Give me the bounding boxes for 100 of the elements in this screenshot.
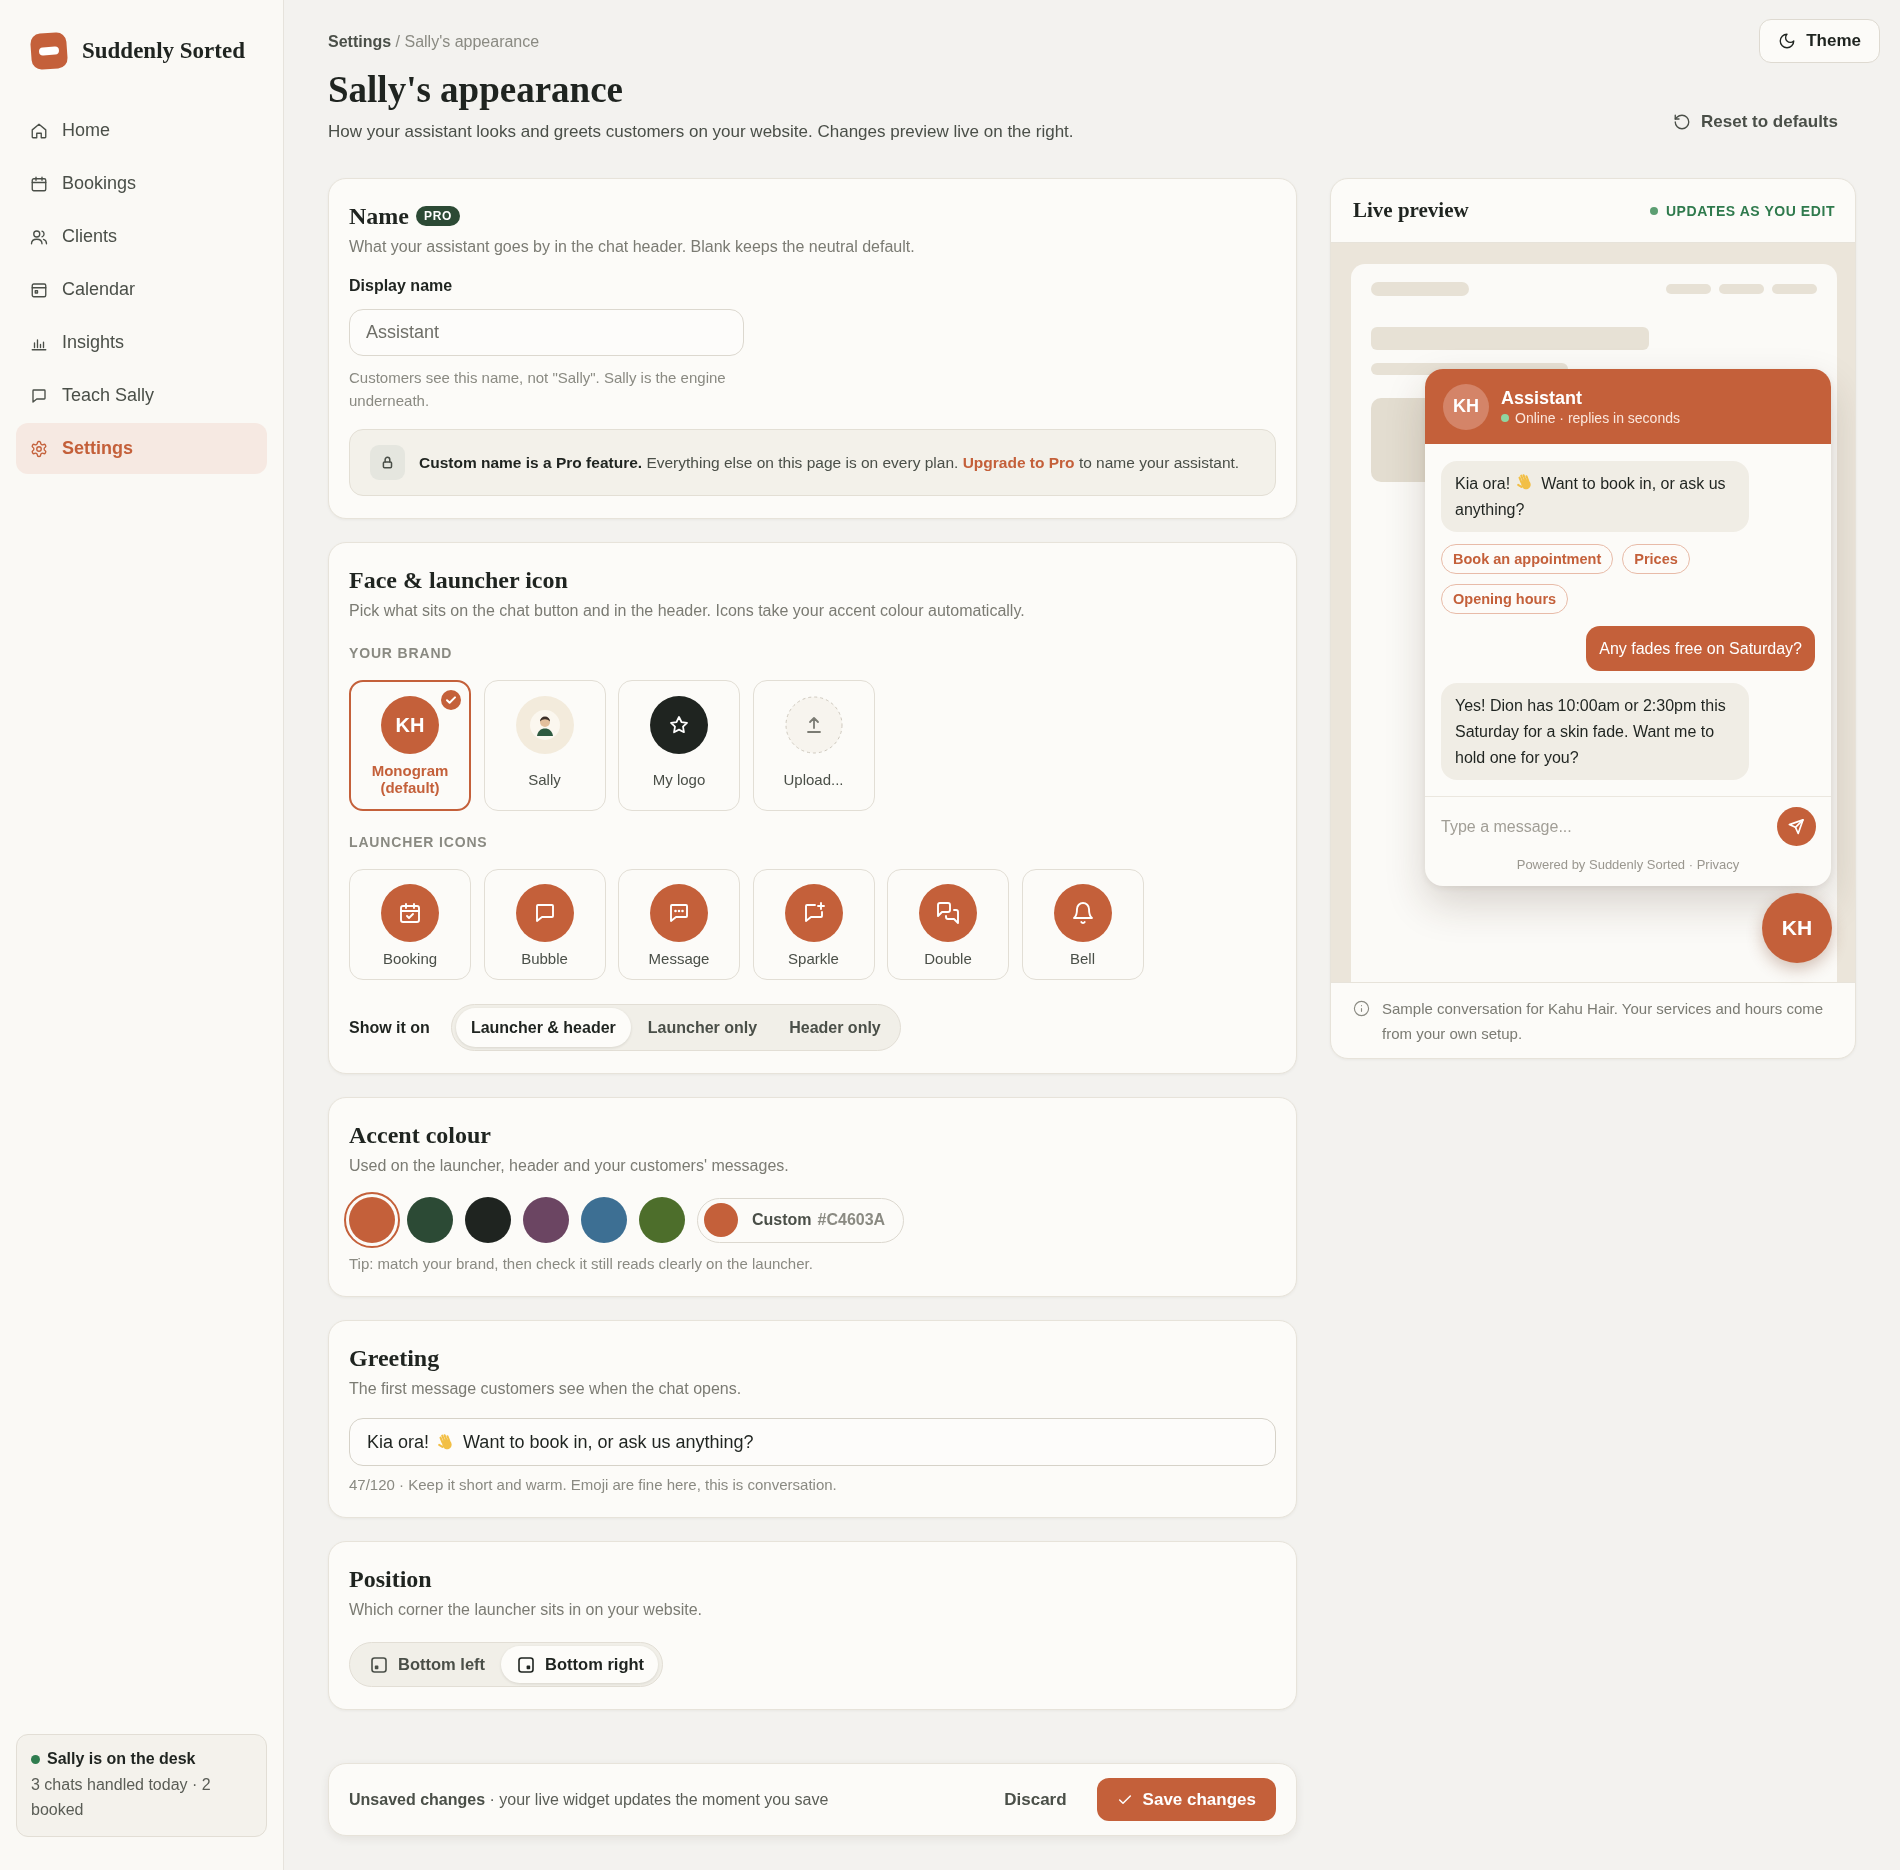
calendar-check-icon [381,884,439,942]
card-title: Name [349,202,409,231]
status-title: Sally is on the desk [47,1749,196,1769]
moon-icon [1778,32,1797,50]
calendar-icon [30,280,48,299]
launcher-option[interactable]: Message [618,869,740,980]
brand-option[interactable]: Sally [483,680,606,811]
discard-button[interactable]: Discard [990,1779,1081,1820]
skeleton-bar [1719,284,1764,294]
greeting-input[interactable]: Kia ora! Want to book in, or ask us anything? [349,1418,1276,1466]
save-button[interactable]: Save changes [1096,1778,1276,1821]
preview-note: Sample conversation for Kahu Hair. Your services and hours come from your own setup. [1382,999,1825,1044]
message-text: Any fades free on Saturday? [1599,639,1802,659]
nav-item[interactable]: Clients [16,211,267,262]
message-text: Yes! Dion has 10:00am or 2:30pm this Saturday for a skin fade. Want me to hold one for you? [1455,696,1727,768]
star-logo-icon [650,696,708,754]
page-title: Sally's appearance [328,68,624,112]
monogram-avatar: KH [381,696,439,754]
nav-item[interactable]: Teach Sally [16,370,267,421]
toggle-option[interactable]: Header only [774,1008,896,1047]
quick-reply-chip[interactable]: Book an appointment [1441,544,1614,574]
card-description: Which corner the launcher sits in on your website. [349,1600,704,1620]
people-icon [30,227,48,246]
nav-item[interactable]: Insights [16,317,267,368]
field-hint: Customers see this name, not "Sally". Sally is the engine underneath. [349,368,727,411]
swatch-icon[interactable] [523,1197,569,1243]
card-title: Face & launcher icon [349,566,569,595]
page-subtitle: How your assistant looks and greets customers on your website. Changes preview live on the right. [328,121,1074,143]
launcher-option[interactable]: Sparkle [752,869,875,980]
card-description: The first message customers see when the chat opens. [349,1379,743,1399]
toggle-option[interactable]: Bottom right [501,1646,659,1683]
nav-item[interactable]: Calendar [16,264,267,315]
card-title: Position [349,1565,433,1594]
quick-reply-chip[interactable]: Prices [1622,544,1690,574]
breadcrumb: Settings / Sally's appearance [328,32,541,52]
swatch-icon[interactable] [344,1192,400,1248]
card-title: Greeting [349,1344,441,1373]
calendar-icon [30,174,48,193]
preview-title: Live preview [1353,198,1469,223]
lock-icon [370,445,405,480]
display-name-input[interactable]: Assistant [349,309,744,356]
person-avatar-icon [515,696,574,754]
custom-colour-picker[interactable]: Custom #C4603A [697,1197,905,1243]
brand-option[interactable]: Upload... [752,680,875,811]
launcher-button[interactable]: KH [1762,893,1832,963]
two-bubbles-icon [919,884,977,942]
skeleton-bar [1666,284,1711,294]
pro-notice-text: Custom name is a Pro feature. Everything else on this page is on every plan. Upgrade to Pro to name your assistant. [419,452,1240,473]
corner-square-icon [517,1655,536,1674]
send-icon[interactable] [1777,807,1816,846]
nav-item[interactable]: Bookings [16,158,267,209]
bell-icon [1053,884,1112,942]
swatch-icon[interactable] [581,1197,627,1243]
quick-reply-chip[interactable]: Opening hours [1441,584,1569,614]
bubble-sparkle-icon [784,884,843,942]
brand-option[interactable]: My logo [618,680,740,811]
check-badge-icon [441,690,461,710]
swatch-icon[interactable] [639,1197,685,1243]
card-description: Pick what sits on the chat button and in the header. Icons take your accent colour automatically. [349,601,1026,621]
theme-button[interactable]: Theme [1759,19,1880,63]
status-detail: 3 chats handled today · 2 booked [31,1775,212,1820]
tip-text: Tip: match your brand, then check it still reads clearly on the launcher. [349,1254,814,1274]
show-on-label: Show it on [349,1018,430,1037]
card-title: Accent colour [349,1121,492,1150]
home-icon [30,121,48,140]
launcher-option[interactable]: Booking [349,869,471,980]
message-text: Kia ora! Want to book in, or ask us anything? [1455,471,1735,523]
swatch-icon[interactable] [407,1197,453,1243]
card-description: What your assistant goes by in the chat header. Blank keeps the neutral default. [349,237,916,257]
launcher-option[interactable]: Double [887,869,1009,980]
brand-name: Suddenly Sorted [82,38,245,64]
message-dots-icon [650,884,708,942]
unsaved-message: Unsaved changes · your live widget updates the moment you save [349,1790,829,1809]
chat-avatar: KH [1443,383,1489,430]
field-label: Display name [349,276,454,296]
reset-icon [1673,113,1691,131]
info-icon [1353,1000,1370,1017]
speech-bubble-icon [30,386,48,405]
pro-badge: PRO [416,206,461,226]
card-description: Used on the launcher, header and your customers' messages. [349,1156,790,1176]
launcher-option[interactable]: Bubble [483,869,606,980]
settings-icon [30,439,48,458]
upgrade-link[interactable]: Upgrade to Pro [962,453,1075,471]
speech-bubble-icon [515,884,574,942]
swatch-icon[interactable] [465,1197,511,1243]
chat-name: Assistant [1501,386,1584,409]
brand-option[interactable]: KH Monogram (default) [349,680,471,811]
upload-icon [784,696,843,754]
live-status: UPDATES AS YOU EDIT [1665,202,1835,219]
toggle-option[interactable]: Bottom left [354,1646,500,1683]
launcher-option[interactable]: Bell [1021,869,1144,980]
reset-button[interactable]: Reset to defaults [1673,110,1838,134]
skeleton-bar [1772,284,1817,294]
nav-item[interactable]: Home [16,105,267,156]
section-label: YOUR BRAND [349,644,454,662]
toggle-option[interactable]: Launcher & header [455,1008,631,1047]
message-input[interactable]: Type a message... [1441,807,1767,846]
toggle-option[interactable]: Launcher only [632,1008,773,1047]
chat-status: Online · replies in seconds [1515,408,1680,427]
section-label: LAUNCHER ICONS [349,833,489,851]
